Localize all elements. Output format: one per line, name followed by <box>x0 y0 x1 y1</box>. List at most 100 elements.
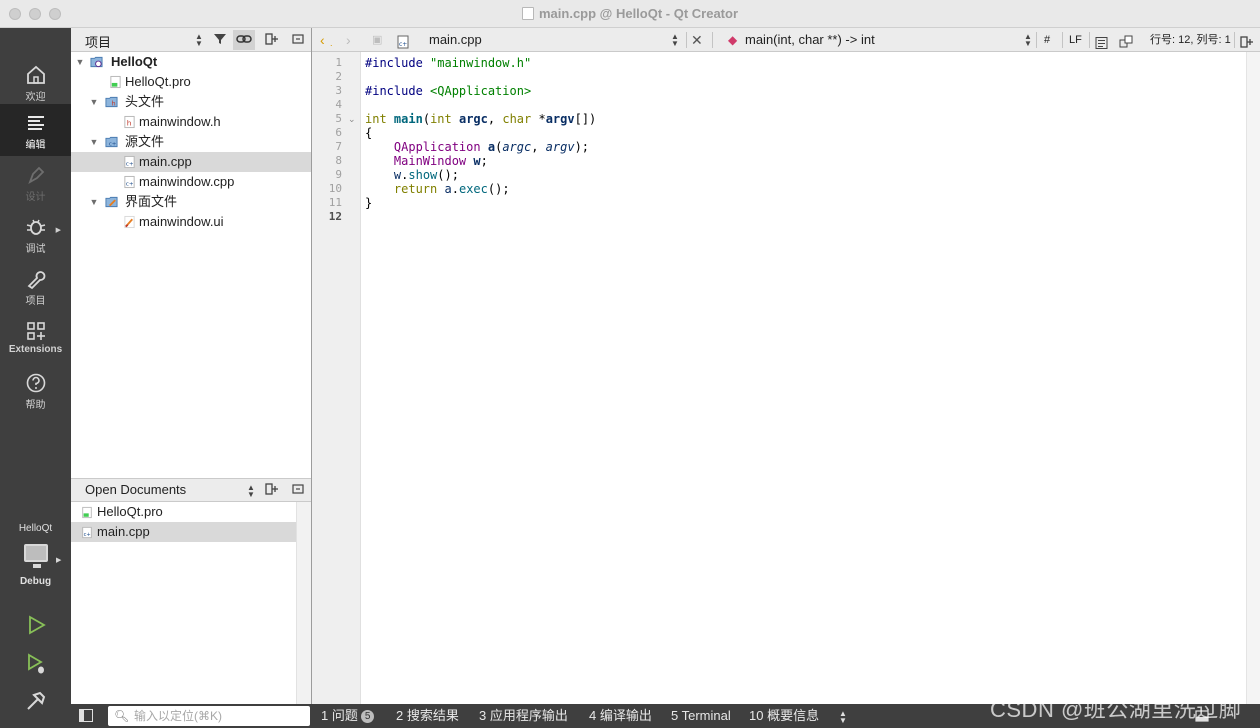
line-number: 7 <box>335 140 342 153</box>
mode-edit-label: 编辑 <box>25 140 46 151</box>
toggle-sidebar-icon[interactable] <box>79 709 93 722</box>
back-dot-icon: . <box>330 38 333 48</box>
indentation-button[interactable]: # <box>1044 31 1050 49</box>
tree-item-headers-folder[interactable]: ▼ h 头文件 <box>71 92 311 112</box>
panel-selector-updown-icon[interactable]: ▲ ▼ <box>247 484 255 499</box>
collapse-arrow-icon[interactable]: ▼ <box>89 192 99 212</box>
tree-item-ui-file[interactable]: mainwindow.ui <box>71 212 311 232</box>
pane-label: 应用程序输出 <box>489 708 568 723</box>
split-panel-icon[interactable] <box>261 480 283 500</box>
cursor-position-label[interactable]: 行号: 12, 列号: 1 <box>1150 31 1231 49</box>
line-ending-button[interactable]: LF <box>1069 31 1082 49</box>
pane-general-messages-button[interactable]: 10 概要信息 <box>749 704 819 728</box>
forward-arrow-icon[interactable]: › <box>346 31 351 49</box>
search-icon: 🔍︎ <box>114 709 130 723</box>
pane-number: 5 <box>671 708 679 723</box>
tree-item-label: HelloQt.pro <box>125 74 191 89</box>
code-line: MainWindow w; <box>393 154 488 168</box>
editor-vertical-scrollbar[interactable] <box>1246 52 1260 704</box>
back-arrow-icon[interactable]: ‹ <box>320 31 325 49</box>
help-icon <box>26 373 45 393</box>
tree-item-pro-file[interactable]: HelloQt.pro <box>71 72 311 92</box>
sync-link-icon[interactable] <box>233 30 255 50</box>
mode-debug[interactable]: 调试 ▶ <box>0 208 71 260</box>
more-panes-updown-icon[interactable]: ▲ ▼ <box>839 710 847 725</box>
debug-run-button[interactable] <box>24 652 48 676</box>
code-editor[interactable]: #include "mainwindow.h" #include <QAppli… <box>361 52 1246 704</box>
tree-item-mainwindow-cpp[interactable]: c+ mainwindow.cpp <box>71 172 311 192</box>
code-model-icon[interactable] <box>1119 33 1133 51</box>
encoding-icon[interactable] <box>1095 34 1108 52</box>
tree-item-sources-folder[interactable]: ▼ c+ 源文件 <box>71 132 311 152</box>
tree-item-project[interactable]: ▼ HelloQt <box>71 52 311 72</box>
collapse-arrow-icon[interactable]: ▼ <box>89 92 99 112</box>
line-number-gutter: 1 2 3 4 5 ⌄ 6 7 8 9 10 11 12 <box>312 52 361 704</box>
pane-app-output-button[interactable]: 3 应用程序输出 <box>479 704 568 728</box>
mode-bar: 欢迎 编辑 设计 调试 ▶ 项目 Extensions 帮助 HelloQt ▶… <box>0 28 71 728</box>
pane-number: 3 <box>479 708 487 723</box>
tree-item-label: 界面文件 <box>125 194 178 209</box>
collapse-arrow-icon[interactable]: ▼ <box>89 132 99 152</box>
mode-design[interactable]: 设计 <box>0 156 71 208</box>
run-button[interactable] <box>24 613 48 637</box>
panel-selector-updown-icon[interactable]: ▲ ▼ <box>195 33 203 48</box>
pane-terminal-button[interactable]: 5 Terminal <box>671 704 731 728</box>
mode-help[interactable]: 帮助 <box>0 364 71 416</box>
tree-item-label: mainwindow.ui <box>139 214 224 229</box>
fold-marker-icon[interactable]: ⌄ <box>348 112 356 126</box>
folder-forms-icon <box>105 196 118 208</box>
mode-edit[interactable]: 编辑 <box>0 104 71 156</box>
mode-extensions-label: Extensions <box>8 344 63 355</box>
folder-header-icon: h <box>105 96 118 108</box>
line-number: 4 <box>335 98 342 111</box>
symbol-combo[interactable]: main(int, char **) -> int <box>745 31 875 49</box>
pane-search-results-button[interactable]: 2 搜索结果 <box>396 704 459 728</box>
pro-file-icon <box>110 75 121 89</box>
open-documents-scrollbar[interactable] <box>296 502 311 704</box>
pane-compile-output-button[interactable]: 4 编译输出 <box>589 704 652 728</box>
pane-label: 概要信息 <box>767 708 820 723</box>
collapse-arrow-icon[interactable]: ▼ <box>75 52 85 72</box>
file-combo-updown-icon[interactable]: ▲ ▼ <box>671 33 679 48</box>
issues-count-badge: 5 <box>360 710 375 723</box>
tree-item-main-cpp[interactable]: c+ main.cpp <box>71 152 311 172</box>
window-titlebar: main.cpp @ HelloQt - Qt Creator <box>0 0 1260 28</box>
line-number: 10 <box>328 182 342 195</box>
cpp-file-icon: c+ <box>82 526 92 539</box>
split-panel-icon[interactable] <box>261 30 283 50</box>
close-document-icon[interactable]: ✕ <box>691 31 703 49</box>
close-panel-icon[interactable] <box>287 30 309 50</box>
ui-file-icon <box>124 215 135 229</box>
kit-selector-arrow-icon[interactable]: ▶ <box>56 556 61 564</box>
tree-item-header-file[interactable]: h mainwindow.h <box>71 112 311 132</box>
locator-placeholder: 输入以定位(⌘K) <box>134 709 222 723</box>
current-file-combo[interactable]: main.cpp <box>429 31 482 49</box>
filter-icon[interactable] <box>209 30 231 50</box>
pane-issues-button[interactable]: 1 问题 5 <box>321 704 375 728</box>
pane-label: 编译输出 <box>599 708 652 723</box>
mode-debug-arrow-icon: ▶ <box>55 227 61 234</box>
symbol-combo-updown-icon[interactable]: ▲ ▼ <box>1024 33 1032 48</box>
svg-text:c+: c+ <box>109 142 117 148</box>
split-editor-icon[interactable] <box>1240 33 1254 51</box>
build-button[interactable] <box>24 689 48 713</box>
tree-item-label: 源文件 <box>125 134 165 149</box>
kit-build-config[interactable]: Debug <box>0 576 71 587</box>
mode-extensions[interactable]: Extensions <box>0 312 71 364</box>
symbol-function-icon: ◆ <box>728 33 738 47</box>
locator-input[interactable]: 🔍︎ 输入以定位(⌘K) <box>108 706 310 726</box>
open-document-item[interactable]: HelloQt.pro <box>71 502 296 522</box>
home-icon <box>26 65 45 84</box>
project-tree: ▼ HelloQt HelloQt.pro ▼ h 头文件 h mainwind… <box>71 52 311 478</box>
kit-selector-monitor-icon[interactable] <box>24 544 48 568</box>
projects-panel-header: 项目 ▲ ▼ <box>71 28 311 52</box>
tree-item-forms-folder[interactable]: ▼ 界面文件 <box>71 192 311 212</box>
extensions-icon <box>26 322 45 340</box>
open-document-item[interactable]: c+ main.cpp <box>71 522 296 542</box>
open-documents-title[interactable]: Open Documents <box>85 482 186 497</box>
projects-panel-title[interactable]: 项目 <box>85 32 111 51</box>
close-panel-icon[interactable] <box>287 480 309 500</box>
mode-projects-label: 项目 <box>25 296 46 307</box>
mode-projects[interactable]: 项目 <box>0 260 71 312</box>
mode-welcome[interactable]: 欢迎 <box>0 56 71 108</box>
